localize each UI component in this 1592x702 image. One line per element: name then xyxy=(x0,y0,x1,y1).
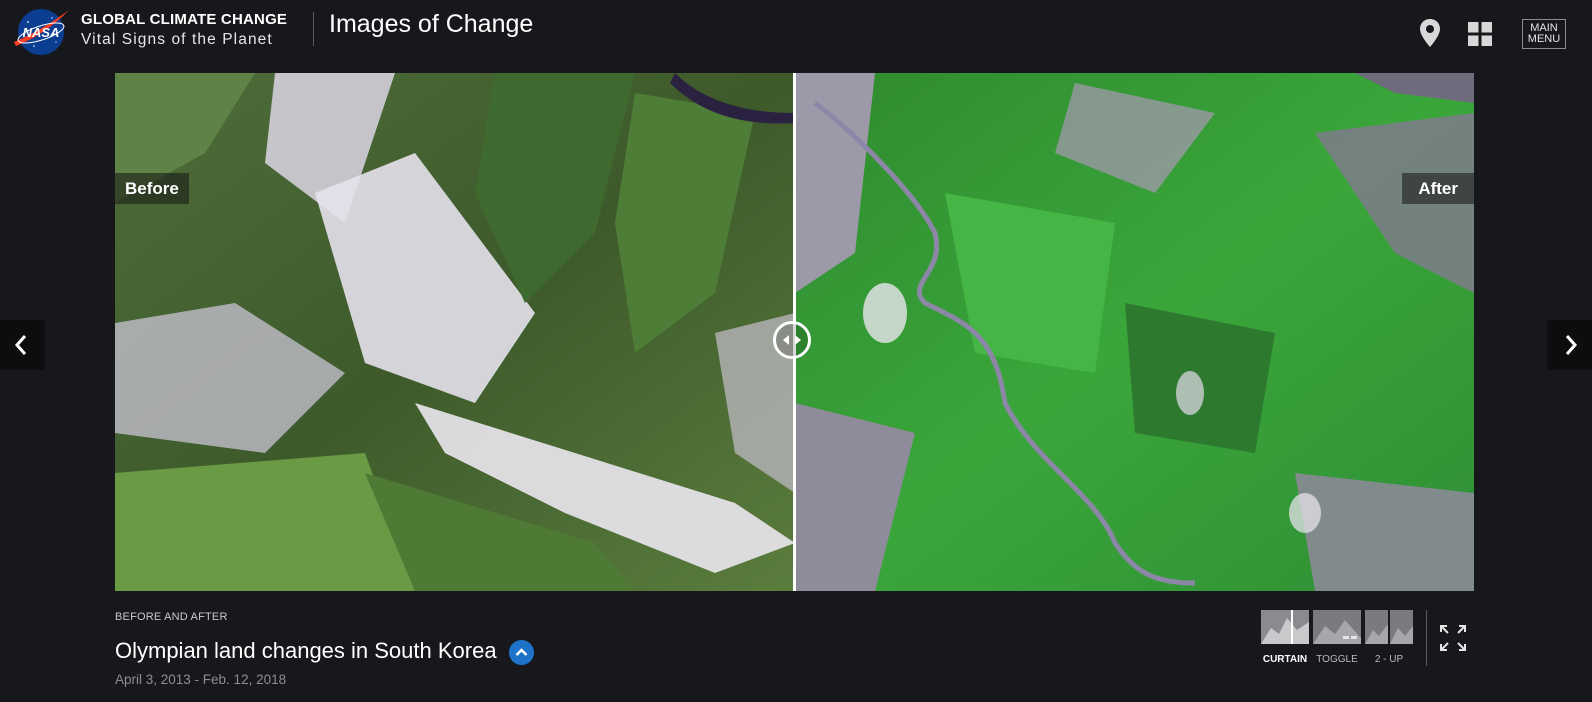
grid-icon[interactable] xyxy=(1468,22,1492,46)
nasa-logo[interactable]: NASA xyxy=(12,6,70,56)
chevron-up-icon[interactable] xyxy=(509,640,534,665)
previous-arrow-icon[interactable] xyxy=(0,320,45,370)
mode-divider xyxy=(1426,610,1427,666)
site-header: NASA GLOBAL CLIMATE CHANGE Vital Signs o… xyxy=(0,0,1592,68)
curtain-mode-button[interactable] xyxy=(1261,610,1309,644)
fullscreen-icon[interactable] xyxy=(1440,625,1466,651)
caption-kicker: BEFORE AND AFTER xyxy=(115,611,228,623)
slider-handle-icon[interactable] xyxy=(773,321,811,359)
two-up-mode-button[interactable] xyxy=(1365,610,1413,644)
site-subtitle[interactable]: Vital Signs of the Planet xyxy=(81,31,273,49)
header-divider xyxy=(313,12,314,46)
next-arrow-icon[interactable] xyxy=(1547,320,1592,370)
page-title[interactable]: Images of Change xyxy=(329,10,533,39)
svg-text:NASA: NASA xyxy=(23,25,60,40)
after-image xyxy=(795,73,1474,591)
main-menu-button[interactable]: MAIN MENU xyxy=(1522,19,1566,49)
before-after-slider[interactable]: Before After xyxy=(115,73,1474,591)
menu-label-line2: MENU xyxy=(1527,33,1561,45)
after-label: After xyxy=(1402,173,1474,204)
curtain-mode-label[interactable]: CURTAIN xyxy=(1255,654,1315,665)
two-up-mode-label[interactable]: 2 - UP xyxy=(1359,654,1419,665)
location-pin-icon[interactable] xyxy=(1419,18,1441,48)
toggle-mode-button[interactable] xyxy=(1313,610,1361,644)
toggle-mode-label[interactable]: TOGGLE xyxy=(1307,654,1367,665)
before-image xyxy=(115,73,795,591)
caption-date-range: April 3, 2013 - Feb. 12, 2018 xyxy=(115,672,287,687)
before-label: Before xyxy=(115,173,189,204)
caption-title: Olympian land changes in South Korea xyxy=(115,638,497,663)
site-title[interactable]: GLOBAL CLIMATE CHANGE xyxy=(81,11,287,28)
